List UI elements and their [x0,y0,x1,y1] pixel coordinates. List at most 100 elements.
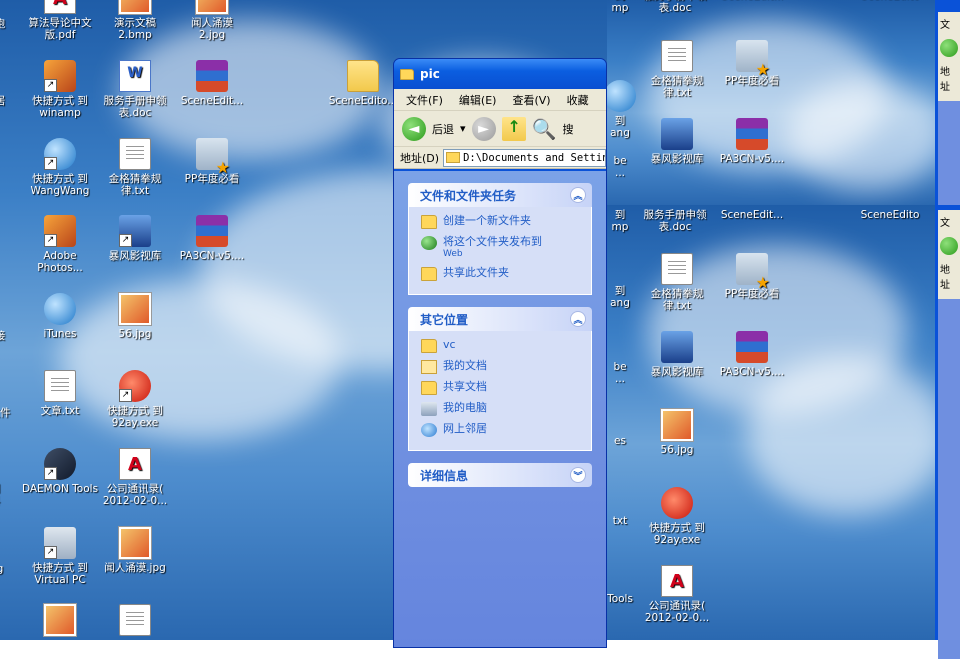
desktop-icon-label: PA3CN-v5.... [719,153,785,165]
task-link[interactable]: 我的电脑 [421,402,585,416]
pdf-icon [44,0,76,14]
task-link[interactable]: 共享此文件夹 [421,267,585,281]
desktop-icon[interactable]: SceneEdit... [172,60,252,107]
desktop-icon-label: SceneEdit... [720,209,784,221]
desktop-icon[interactable]: 暴风影视库 [95,215,175,262]
text-file-icon [119,138,151,170]
task-link-label: 我的文档 [443,359,487,372]
desktop-icon[interactable]: 闻人涌漠 2.jpg [172,0,252,41]
desktop-icon[interactable]: PA3CN-v5.... [712,118,792,165]
menu-view[interactable]: 查看(V) [504,92,558,108]
desktop-icon[interactable]: PP年度必看 [712,253,792,300]
desktop-icon[interactable]: 快捷方式 到 Virtual PC [20,527,100,586]
desktop-icon[interactable]: 金格猜拳规 律.txt [637,40,717,99]
desktop-icon[interactable]: 暴风影视库 [637,331,717,378]
desktop-icon[interactable]: SceneEdito [850,0,930,2]
desktop-icon-label: be ... [613,155,627,179]
menu-edit[interactable]: 编辑(E) [451,92,505,108]
title-bar[interactable]: pic [394,59,606,89]
search-icon[interactable]: 🔍 [532,117,557,141]
task-link[interactable]: 我的文档 [421,360,585,374]
desktop-icon[interactable]: 快捷方式 到 WangWang [20,138,100,197]
task-panel-header[interactable]: 文件和文件夹任务 ︽ [408,183,592,207]
forward-arrow-icon[interactable]: ► [471,116,496,141]
favorite-folder-icon [736,253,770,289]
back-arrow-icon[interactable] [940,39,958,57]
task-link[interactable]: vc [421,339,585,353]
desktop-icon[interactable] [95,604,175,639]
search-button-label[interactable]: 搜 [562,121,573,137]
desktop-icon[interactable]: PA3CN-v5.... [172,215,252,262]
menu-favorites[interactable]: 收藏 [559,92,597,108]
share-folder-icon [421,267,437,281]
publish-web-icon [421,236,437,250]
desktop-icon[interactable]: 算法导论中文 版.pdf [20,0,100,41]
back-button-label[interactable]: 后退 [432,121,454,137]
desktop-icon[interactable]: 服务手册申领 表.doc [95,60,175,119]
menu-file[interactable]: 文件(F) [398,92,451,108]
desktop-icon-label: 文章.txt [40,405,80,417]
desktop-icon[interactable]: PA3CN-v5.... [712,331,792,378]
desktop-icon[interactable]: 暴风影视库 [637,118,717,165]
desktop-icon[interactable]: 服务手册申领 表.doc [635,0,715,14]
back-arrow-icon[interactable]: ◄ [402,116,426,141]
desktop-icon[interactable]: SceneEdit... [712,209,792,221]
winrar-icon [736,118,768,150]
desktop-icon[interactable]: PP年度必看 [172,138,252,185]
text-file-icon [119,604,151,636]
desktop-icon-label: 公司通讯录( 2012-02-0... [644,600,710,624]
desktop-icon[interactable]: SceneEdito... [323,60,403,107]
desktop-icon-label: PA3CN-v5.... [179,250,245,262]
task-link[interactable]: 将这个文件夹发布到 Web [421,236,585,260]
desktop-icon[interactable]: PP年度必看 [712,40,792,87]
desktop-icon[interactable]: 快捷方式 到 92ay.exe [95,370,175,429]
desktop-icon-label-fragment: g [0,563,20,575]
desktop-icon[interactable]: 快捷方式 到 92ay.exe [637,487,717,546]
collapse-chevron-icon[interactable]: ︾ [570,467,586,483]
task-panel-body: 创建一个新文件夹将这个文件夹发布到 Web 共享此文件夹 [408,207,592,295]
desktop-icon[interactable]: 公司通讯录( 2012-02-0... [95,448,175,507]
collapse-chevron-icon[interactable]: ︽ [570,187,586,203]
desktop-icon[interactable]: 闻人涌漠.jpg [95,527,175,574]
desktop-icon[interactable]: 快捷方式 到 winamp [20,60,100,119]
desktop-icon[interactable]: 56.jpg [637,409,717,456]
desktop-icon[interactable]: 文章.txt [20,370,100,417]
address-field[interactable]: D:\Documents and Settings [443,148,606,167]
task-panel-header[interactable]: 其它位置 ︽ [408,307,592,331]
desktop-icon[interactable]: 服务手册申领 表.doc [635,209,715,233]
task-link[interactable]: 创建一个新文件夹 [421,215,585,229]
desktop-icon-label: 金格猜拳规 律.txt [108,173,162,197]
desktop-icon-label: 快捷方式 到 winamp [32,95,88,119]
folder-up-icon[interactable] [501,116,526,141]
task-panel: 文件和文件夹任务 ︽ 创建一个新文件夹将这个文件夹发布到 Web 共享此文件夹 [408,183,592,295]
desktop-icon[interactable]: DAEMON Tools [20,448,100,495]
desktop-icon-label: 闻人涌漠 2.jpg [191,17,233,41]
back-dropdown-icon[interactable]: ▾ [460,122,466,135]
desktop-icon[interactable]: 56.jpg [95,293,175,340]
explorer-window[interactable]: pic 文件(F) 编辑(E) 查看(V) 收藏 ◄ 后退 ▾ ► 🔍 搜 地址… [393,58,607,648]
task-link[interactable]: 网上邻居 [421,423,585,437]
desktop-icon[interactable] [20,604,100,639]
task-link-label: vc [443,338,456,351]
winrar-icon [196,60,228,92]
desktop-icon[interactable]: 金格猜拳规 律.txt [637,253,717,312]
desktop-icon-label: iTunes [43,328,77,340]
desktop-icon[interactable]: 演示文稿 2.bmp [95,0,175,41]
desktop-icon[interactable]: Adobe Photos... [20,215,100,274]
task-panel-header[interactable]: 详细信息 ︾ [408,463,592,487]
desktop-icon-label: 金格猜拳规 律.txt [650,288,704,312]
collapse-chevron-icon[interactable]: ︽ [570,311,586,327]
video-library-icon [119,215,151,247]
desktop-icon[interactable]: iTunes [20,293,100,340]
desktop-icon[interactable]: SceneEdito [850,209,930,221]
task-link[interactable]: 共享文档 [421,381,585,395]
task-link-label: 创建一个新文件夹 [443,214,531,227]
desktop-icon-label: 快捷方式 到 92ay.exe [649,522,705,546]
desktop-icon-label: 服务手册申领 表.doc [643,209,707,233]
desktop-icon[interactable]: SceneEdit... [712,0,792,2]
desktop-icon[interactable]: 金格猜拳规 律.txt [95,138,175,197]
task-link-label: 网上邻居 [443,422,487,435]
desktop-icon[interactable]: 公司通讯录( 2012-02-0... [637,565,717,624]
desktop-icon-label: 算法导论中文 版.pdf [28,17,92,41]
back-arrow-icon[interactable] [940,237,958,255]
